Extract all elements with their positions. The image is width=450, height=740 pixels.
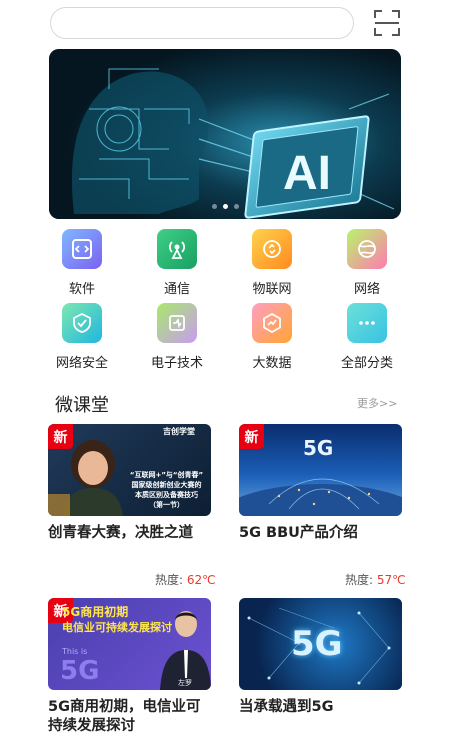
- thumb-caption-line: （第一节）: [149, 501, 184, 509]
- heat-label: 热度:: [345, 573, 374, 587]
- course-card[interactable]: 新 吉创学堂 “互联网+”与“创青春” 国家级创新创业大赛的 本质区别及备赛技巧…: [48, 424, 211, 543]
- thumb-caption: “互联网+”与“创青春” 国家级创新创业大赛的 本质区别及备赛技巧 （第一节）: [122, 470, 211, 510]
- course-card[interactable]: 5G 当承载遇到5G: [239, 598, 402, 717]
- thumb-caption-small: This is: [62, 647, 88, 656]
- category-label: 网络: [353, 282, 380, 297]
- category-software[interactable]: 软件: [37, 229, 127, 297]
- category-label: 软件: [68, 282, 95, 297]
- carousel-dot[interactable]: [211, 204, 217, 209]
- more-icon: [347, 303, 387, 343]
- code-icon: [62, 229, 102, 269]
- banner-carousel[interactable]: AI: [49, 49, 401, 219]
- section-title: 微课堂: [55, 395, 109, 416]
- heat-label: 热度:: [155, 573, 184, 587]
- course-thumbnail: 5G: [239, 598, 402, 690]
- thumb-caption-line: 5G商用初期: [62, 605, 129, 619]
- category-label: 网络安全: [55, 356, 108, 371]
- course-title: 5G商用初期，电信业可持续发展探讨: [48, 699, 201, 734]
- thumb-caption-line: “互联网+”与“创青春”: [129, 471, 204, 479]
- circuit-icon: [157, 303, 197, 343]
- category-all[interactable]: 全部分类: [322, 303, 412, 371]
- course-card[interactable]: 新 5G 5G BBU产品介绍: [239, 424, 402, 543]
- course-title: 5G BBU产品介绍: [239, 525, 358, 541]
- banner-title: AI: [283, 147, 331, 200]
- category-label: 电子技术: [150, 356, 203, 371]
- thumb-logo: 5G: [303, 436, 334, 460]
- thumb-caption-line: 本质区别及备赛技巧: [135, 491, 198, 499]
- course-thumbnail: 新 5G: [239, 424, 402, 516]
- heat-value: 57℃: [376, 573, 406, 587]
- carousel-dot[interactable]: [222, 204, 228, 209]
- globe-icon: [347, 229, 387, 269]
- category-label: 全部分类: [340, 356, 393, 371]
- antenna-icon: [157, 229, 197, 269]
- category-network[interactable]: 网络: [322, 229, 412, 297]
- category-label: 物联网: [252, 282, 292, 297]
- thumb-caption-line: 电信业可持续发展探讨: [62, 621, 172, 634]
- category-security[interactable]: 网络安全: [37, 303, 127, 371]
- link-icon: [252, 229, 292, 269]
- scan-icon[interactable]: [373, 9, 401, 37]
- category-label: 大数据: [252, 356, 292, 371]
- search-input[interactable]: [50, 7, 354, 39]
- carousel-dot[interactable]: [233, 204, 239, 209]
- heat-value: 62℃: [186, 573, 216, 587]
- course-title: 当承载遇到5G: [239, 699, 334, 715]
- category-iot[interactable]: 物联网: [227, 229, 317, 297]
- presenter-name: 左罗: [178, 679, 192, 687]
- thumb-logo: 吉创学堂: [163, 427, 195, 436]
- course-card[interactable]: 新 5G商用初期 电信业可持续发展探讨 This is 5G 左罗 5G商用初期…: [48, 598, 211, 736]
- category-telecom[interactable]: 通信: [132, 229, 222, 297]
- category-label: 通信: [163, 282, 190, 297]
- new-badge: 新: [48, 424, 73, 449]
- course-thumbnail: 新 5G商用初期 电信业可持续发展探讨 This is 5G 左罗: [48, 598, 211, 690]
- thumb-logo: 5G: [291, 624, 343, 664]
- banner-image: AI: [49, 49, 401, 219]
- course-title: 创青春大赛，决胜之道: [48, 525, 193, 541]
- chart-icon: [252, 303, 292, 343]
- course-thumbnail: 新 吉创学堂 “互联网+”与“创青春” 国家级创新创业大赛的 本质区别及备赛技巧…: [48, 424, 211, 516]
- new-badge: 新: [239, 424, 264, 449]
- heat-indicator: 热度: 57℃: [345, 571, 448, 588]
- carousel-dots: [49, 204, 401, 209]
- category-bigdata[interactable]: 大数据: [227, 303, 317, 371]
- shield-icon: [62, 303, 102, 343]
- thumb-caption-big: 5G: [60, 656, 100, 686]
- thumb-caption-line: 国家级创新创业大赛的: [131, 481, 202, 489]
- more-link[interactable]: 更多>>: [357, 395, 397, 411]
- category-electronics[interactable]: 电子技术: [132, 303, 222, 371]
